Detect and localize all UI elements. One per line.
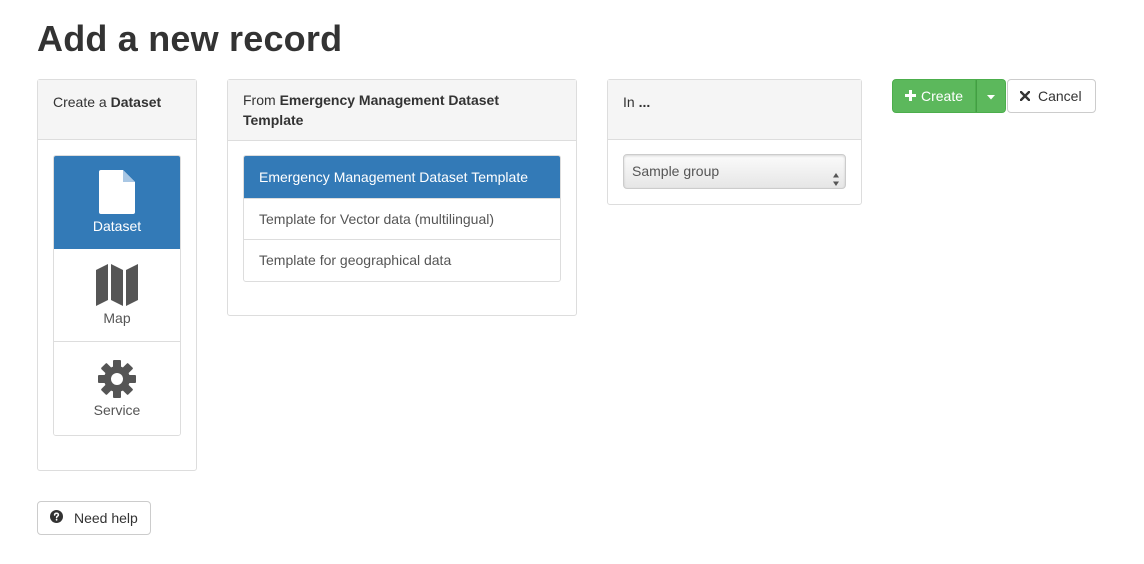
type-item-dataset[interactable]: Dataset (54, 156, 180, 249)
template-heading: From Emergency Management Dataset Templa… (228, 80, 576, 141)
template-list: Emergency Management Dataset Template Te… (243, 155, 561, 282)
type-item-map[interactable]: Map (54, 249, 180, 342)
template-item[interactable]: Template for geographical data (244, 240, 560, 281)
group-heading-ellipsis: ... (638, 94, 651, 110)
question-circle-icon (50, 502, 63, 534)
create-dropdown-toggle[interactable] (976, 79, 1007, 113)
file-icon (99, 170, 135, 218)
record-type-heading: Create a Dataset (38, 80, 196, 140)
record-type-heading-prefix: Create a (53, 94, 107, 110)
template-heading-selected-line2: Template (243, 112, 304, 128)
group-select[interactable]: Sample group (623, 154, 846, 189)
group-panel: In ... Sample group (607, 79, 862, 205)
map-icon (96, 264, 138, 310)
plus-icon (905, 80, 916, 112)
create-button-label: Create (921, 88, 964, 104)
gear-icon (98, 359, 136, 402)
create-button[interactable]: Create (892, 79, 977, 113)
type-item-label: Service (93, 401, 141, 418)
cancel-button-label: Cancel (1038, 88, 1082, 104)
help-button-label: Need help (74, 510, 138, 526)
cancel-button[interactable]: Cancel (1007, 79, 1096, 113)
group-heading: In ... (608, 80, 861, 140)
create-button-group: Create (892, 79, 1007, 113)
template-panel: From Emergency Management Dataset Templa… (227, 79, 577, 316)
type-item-label: Dataset (92, 218, 142, 234)
select-arrows-icon (833, 165, 839, 186)
group-select-value: Sample group (632, 163, 720, 179)
type-item-service[interactable]: Service (54, 342, 180, 435)
group-heading-prefix: In (623, 94, 635, 110)
template-heading-selected-line1: Emergency Management Dataset (279, 92, 499, 108)
record-type-panel: Create a Dataset Dataset Map Service (37, 79, 197, 471)
template-item[interactable]: Template for Vector data (multilingual) (244, 199, 560, 240)
record-type-heading-selected: Dataset (110, 94, 162, 110)
caret-down-icon (987, 87, 996, 105)
type-item-label: Map (103, 310, 131, 326)
record-type-list: Dataset Map Service (53, 155, 181, 436)
template-heading-prefix: From (243, 92, 276, 108)
template-item[interactable]: Emergency Management Dataset Template (244, 156, 560, 199)
close-icon (1019, 80, 1031, 112)
page-title: Add a new record (37, 18, 343, 59)
help-button[interactable]: Need help (37, 501, 151, 535)
